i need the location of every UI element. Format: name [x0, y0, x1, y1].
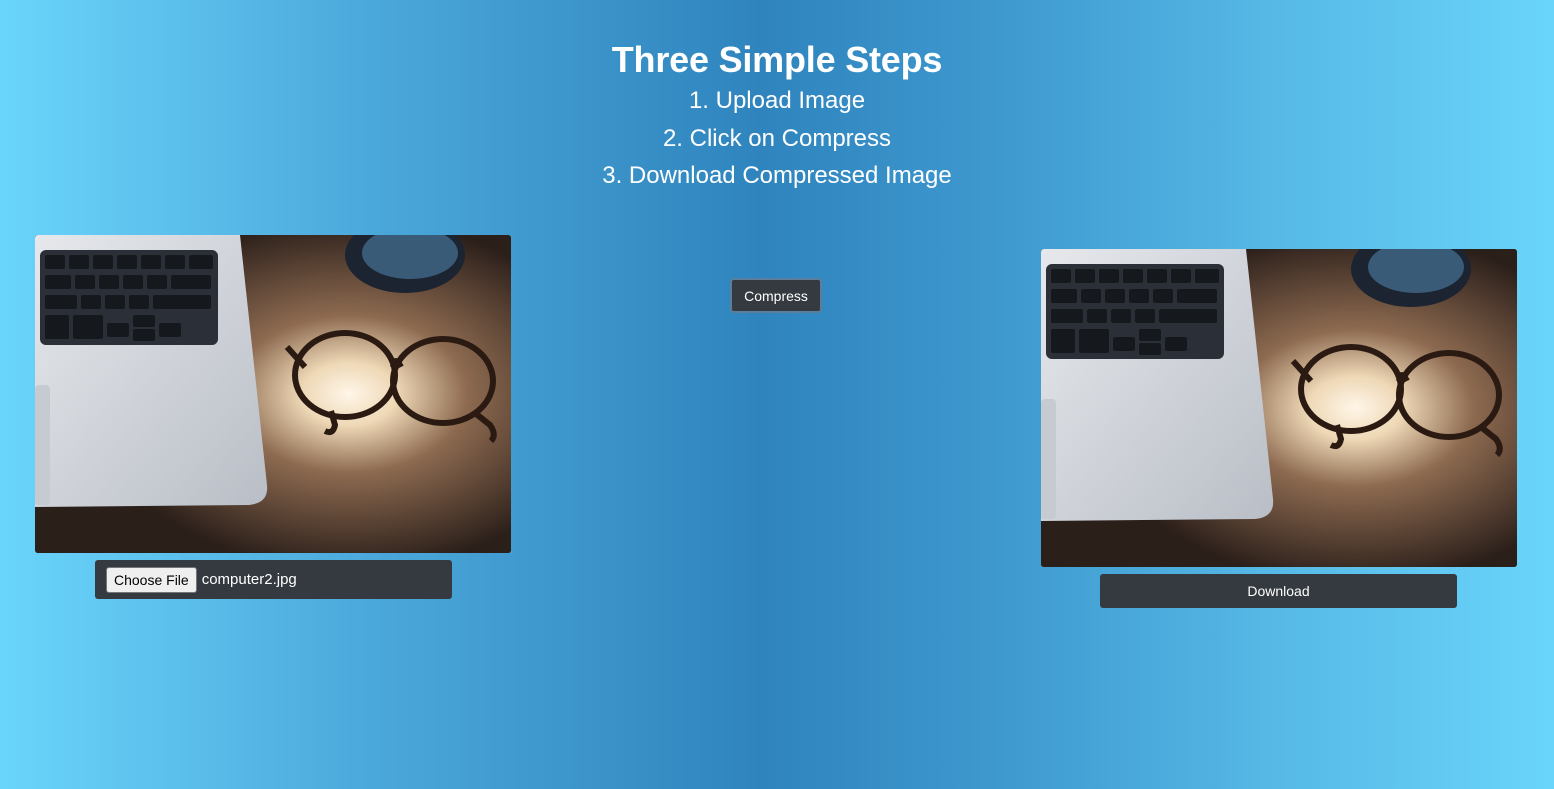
original-image-preview	[35, 235, 511, 553]
laptop-glasses-photo	[1041, 249, 1517, 567]
file-input-container[interactable]: Choose File computer2.jpg	[95, 560, 452, 599]
steps-header: Three Simple Steps 1. Upload Image 2. Cl…	[0, 38, 1554, 195]
choose-file-button[interactable]: Choose File	[106, 566, 197, 593]
compress-button[interactable]: Compress	[730, 278, 822, 313]
laptop-glasses-photo	[35, 235, 511, 553]
selected-file-name: computer2.jpg	[201, 571, 297, 588]
step-2: 2. Click on Compress	[662, 124, 892, 152]
step-1: 1. Upload Image	[688, 87, 866, 114]
download-button[interactable]: Download	[1100, 574, 1457, 608]
page-title: Three Simple Steps	[611, 39, 943, 80]
step-3: 3. Download Compressed Image	[602, 162, 952, 189]
compressed-image-preview	[1041, 249, 1517, 567]
